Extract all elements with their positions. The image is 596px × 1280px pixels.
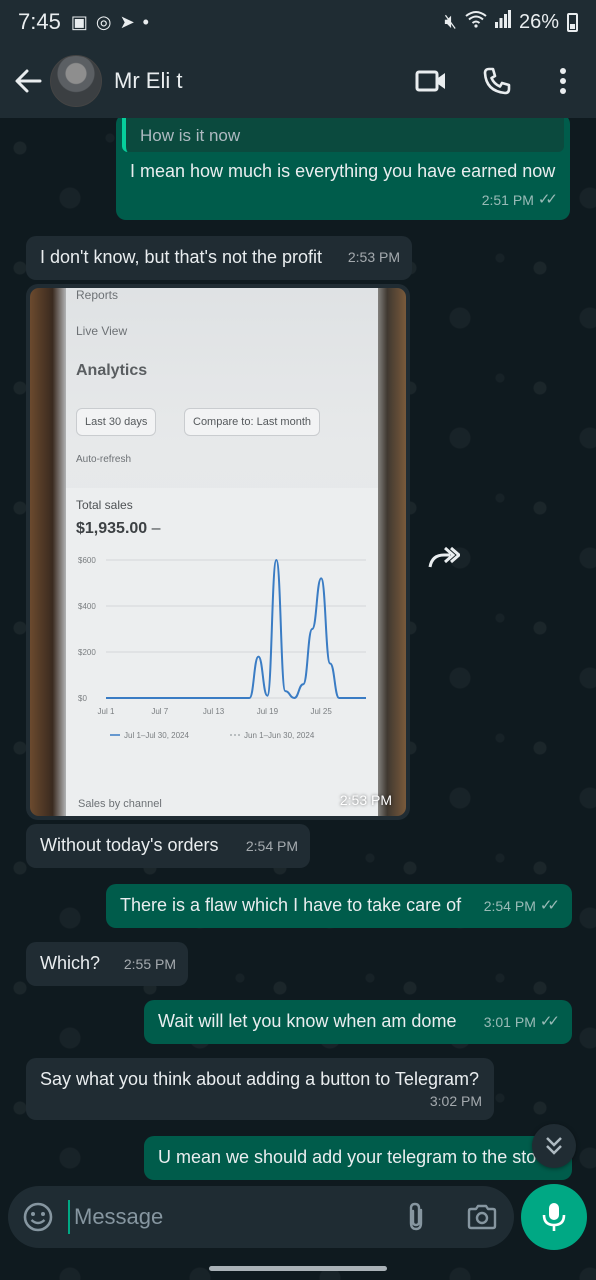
quoted-message[interactable]: How is it now (122, 118, 564, 152)
message-time: 2:54 PM (245, 838, 298, 854)
microphone-icon (542, 1203, 566, 1231)
message-time: 3:01 PM (483, 1014, 536, 1030)
analytics-screenshot: Reports Live View Analytics Last 30 days… (66, 288, 378, 816)
analytics-heading: Analytics (76, 362, 148, 379)
scroll-to-bottom-button[interactable] (532, 1124, 576, 1168)
menu-live-view: Live View (76, 324, 128, 338)
photo[interactable]: Reports Live View Analytics Last 30 days… (30, 288, 406, 816)
message-time: 2:51 PM (481, 192, 534, 208)
message-text: Which? (40, 953, 101, 973)
avatar[interactable] (50, 55, 102, 107)
message-meta: 3:02 PM (430, 1089, 482, 1113)
signal-icon (494, 10, 511, 34)
emoji-icon (23, 1202, 53, 1232)
back-button[interactable] (6, 59, 50, 103)
kebab-menu-icon (560, 68, 566, 94)
x-tick-label: Jul 1 (98, 707, 115, 716)
voice-call-button[interactable] (464, 51, 530, 111)
voice-record-button[interactable] (521, 1184, 587, 1250)
dot-icon: • (142, 11, 149, 32)
wifi-icon (465, 10, 487, 34)
x-tick-label: Jul 19 (257, 707, 279, 716)
camera-button[interactable] (464, 1200, 500, 1234)
date-range-chip: Last 30 days (76, 408, 157, 436)
menu-reports: Reports (76, 288, 119, 302)
y-tick-label: $0 (78, 694, 87, 703)
message-meta: 2:55 PM (124, 952, 176, 976)
card-footer: Sales by channel (78, 798, 162, 810)
message-time: 2:53 PM (339, 792, 392, 808)
attach-button[interactable] (400, 1200, 432, 1234)
message-time: 2:54 PM (483, 898, 536, 914)
auto-refresh-label: Auto-refresh (76, 454, 132, 465)
message-incoming[interactable]: Which? 2:55 PM (26, 942, 188, 986)
double-check-icon: ✓✓ (537, 191, 558, 208)
gesture-bar (209, 1266, 387, 1271)
message-meta: 3:01 PM ✓✓ (484, 1010, 560, 1034)
message-input[interactable] (68, 1200, 368, 1234)
card-value: $1,935.00 – (76, 520, 161, 537)
chat-header: Mr Eli t (0, 44, 596, 118)
double-check-icon: ✓✓ (539, 1013, 560, 1030)
message-text: Without today's orders (40, 835, 219, 855)
more-options-button[interactable] (530, 51, 596, 111)
status-time: 7:45 (18, 9, 61, 34)
double-check-icon: ✓✓ (539, 897, 560, 914)
sales-line-chart: $600 $400 $200 $0 Jul 1 Jul 7 Jul 13 Jul 19 Jul … (78, 556, 366, 740)
message-outgoing[interactable]: How is it now I mean how much is everyth… (116, 118, 570, 220)
paperclip-icon (409, 1202, 423, 1231)
message-meta: 2:54 PM ✓✓ (484, 894, 560, 918)
message-text: Say what you think about adding a button… (40, 1069, 479, 1089)
message-meta: 2:53 PM (348, 245, 400, 269)
battery-percent: 26% (518, 10, 559, 33)
video-camera-icon (415, 70, 445, 92)
forward-icon (428, 546, 460, 568)
forward-button[interactable] (418, 532, 470, 584)
series-line (105, 558, 366, 700)
compare-chip: Compare to: Last month (184, 408, 321, 436)
x-tick-label: Jul 13 (203, 707, 225, 716)
arrow-left-icon (15, 69, 42, 93)
message-time: 2:53 PM (347, 249, 400, 265)
message-incoming[interactable]: I don't know, but that's not the profit … (26, 236, 412, 280)
message-list[interactable]: How is it now I mean how much is everyth… (0, 118, 596, 1180)
message-outgoing[interactable]: There is a flaw which I have to take car… (106, 884, 572, 928)
contact-name[interactable]: Mr Eli t (114, 68, 182, 94)
mute-icon: 🔇︎ (444, 10, 457, 33)
card-title: Total sales (76, 498, 133, 512)
total-sales-card: Total sales $1,935.00 – $600 $400 $200 $0 Ju… (66, 488, 378, 816)
message-meta: 2:51 PM ✓✓ (482, 188, 558, 212)
message-text: I don't know, but that's not the profit (40, 247, 323, 267)
telegram-icon: ➤ (119, 11, 135, 32)
message-incoming[interactable]: Without today's orders 2:54 PM (26, 824, 310, 868)
message-text: I mean how much is everything you have e… (130, 161, 556, 181)
camera-icon (467, 1204, 497, 1230)
message-composer (8, 1186, 514, 1248)
message-text: There is a flaw which I have to take car… (120, 895, 462, 915)
message-outgoing[interactable]: Wait will let you know when am dome 3:01… (144, 1000, 572, 1044)
image-message[interactable]: Reports Live View Analytics Last 30 days… (26, 284, 410, 820)
message-time: 3:02 PM (429, 1093, 482, 1109)
message-meta: 2:54 PM (246, 834, 298, 858)
phone-icon (483, 67, 511, 95)
y-tick-label: $600 (78, 556, 96, 565)
y-tick-label: $400 (78, 602, 96, 611)
message-incoming[interactable]: Say what you think about adding a button… (26, 1058, 494, 1120)
gallery-icon: ▣ (70, 11, 88, 32)
instagram-icon: ◎ (95, 11, 112, 32)
message-outgoing[interactable]: U mean we should add your telegram to th… (144, 1136, 572, 1180)
message-time: 2:55 PM (123, 956, 176, 972)
emoji-button[interactable] (22, 1201, 54, 1233)
video-call-button[interactable] (398, 51, 464, 111)
legend-label: Jun 1–Jun 30, 2024 (244, 731, 315, 740)
legend-label: Jul 1–Jul 30, 2024 (124, 731, 189, 740)
x-tick-label: Jul 25 (310, 707, 332, 716)
double-chevron-down-icon (546, 1137, 562, 1155)
message-text: Wait will let you know when am dome (158, 1011, 457, 1031)
status-bar: 7:45 ▣ ◎ ➤ • 🔇︎ 26% (0, 0, 596, 44)
x-tick-label: Jul 7 (151, 707, 168, 716)
battery-icon (567, 12, 578, 32)
y-tick-label: $200 (78, 648, 96, 657)
message-text: U mean we should add your telegram to th… (158, 1147, 537, 1167)
